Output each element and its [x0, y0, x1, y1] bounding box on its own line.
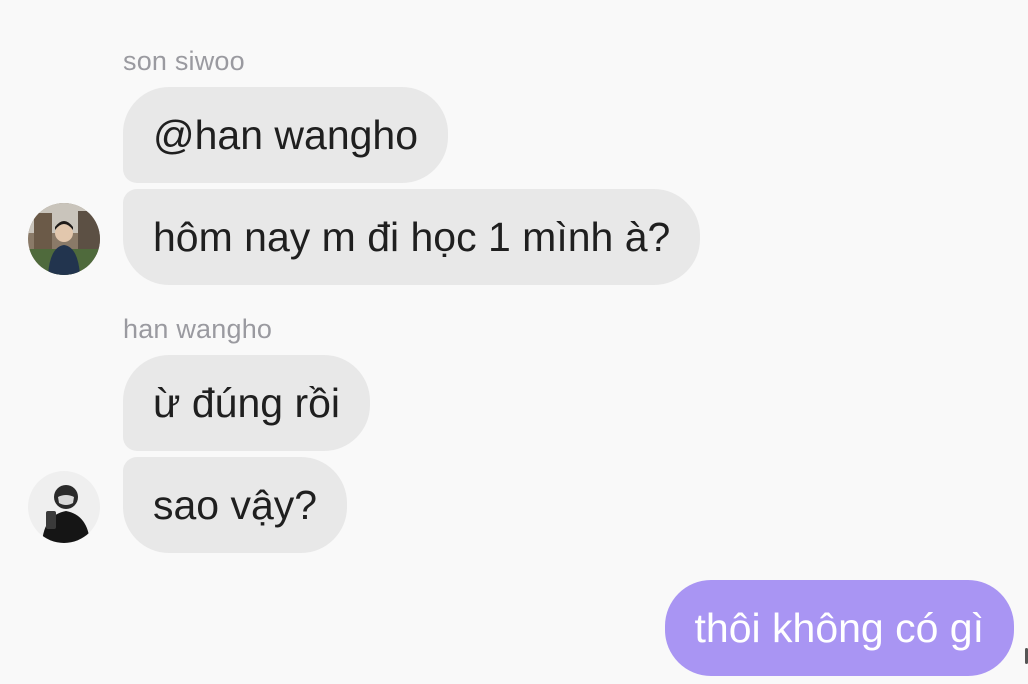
avatar[interactable]: [28, 471, 100, 543]
message-bubble-outgoing[interactable]: thôi không có gì: [664, 580, 1014, 676]
message-bubble-incoming[interactable]: hôm nay m đi học 1 mình à?: [123, 189, 701, 285]
sender-name: son siwoo: [123, 46, 245, 76]
message-bubble-incoming[interactable]: @han wangho: [123, 87, 449, 183]
avatar[interactable]: [28, 203, 100, 275]
message-bubble-incoming[interactable]: ừ đúng rồi: [123, 355, 371, 451]
chat-thread: son siwoo @han wangho hôm nay m đi học 1…: [0, 0, 1028, 684]
user-avatar-photo-dark-icon: [28, 471, 100, 543]
message-bubble-incoming[interactable]: sao vậy?: [123, 457, 348, 553]
user-avatar-photo-outdoor-icon: [28, 203, 100, 275]
sender-name: han wangho: [123, 314, 273, 344]
